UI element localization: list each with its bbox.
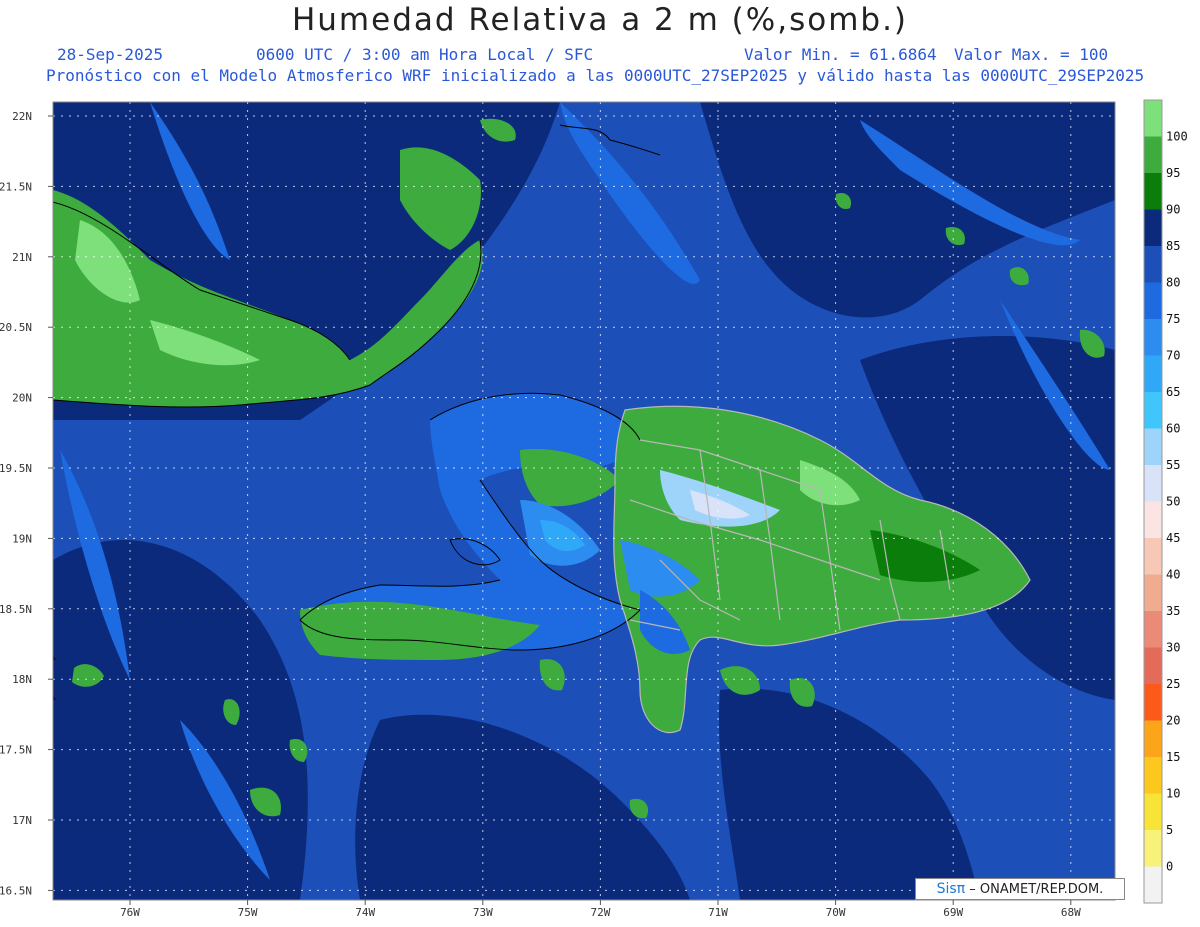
colorbar-swatch [1144, 136, 1162, 174]
colorbar-swatch [1144, 319, 1162, 356]
lat-tick-label: 19N [12, 532, 32, 545]
lon-tick-label: 73W [473, 906, 493, 919]
credit-box: Sisπ – ONAMET/REP.DOM. [915, 878, 1125, 900]
colorbar-label: 55 [1166, 458, 1180, 472]
sispi-logo-icon: Sisπ [936, 881, 966, 897]
colorbar-label: 70 [1166, 349, 1180, 363]
colorbar-swatch [1144, 684, 1162, 721]
colorbar-swatch [1144, 282, 1162, 320]
lat-tick-label: 19.5N [0, 462, 32, 475]
lon-tick-label: 75W [238, 906, 258, 919]
colorbar-label: 25 [1166, 677, 1180, 691]
lat-tick-label: 20.5N [0, 321, 32, 334]
colorbar-label: 100 [1166, 130, 1188, 144]
colorbar-label: 10 [1166, 787, 1180, 801]
colorbar-swatch [1144, 866, 1162, 904]
colorbar-swatch [1144, 647, 1162, 685]
lat-tick-label: 21.5N [0, 180, 32, 193]
colorbar-label: 90 [1166, 203, 1180, 217]
colorbar-swatch [1144, 465, 1162, 502]
colorbar-swatch [1144, 501, 1162, 539]
colorbar-label: 35 [1166, 604, 1180, 618]
colorbar-swatch [1144, 757, 1162, 794]
lat-tick-label: 17.5N [0, 744, 32, 757]
lon-tick-label: 70W [826, 906, 846, 919]
colorbar-swatch [1144, 793, 1162, 831]
colorbar-swatch [1144, 209, 1162, 247]
map-field [53, 102, 1115, 900]
lat-tick-label: 22N [12, 110, 32, 123]
colorbar: 1009590858075706560555045403530252015105… [1143, 99, 1188, 904]
colorbar-swatch [1144, 355, 1162, 393]
colorbar-label: 95 [1166, 166, 1180, 180]
lon-tick-label: 69W [943, 906, 963, 919]
colorbar-swatch [1144, 830, 1162, 867]
credit-text: – ONAMET/REP.DOM. [969, 882, 1104, 897]
lon-tick-label: 74W [355, 906, 375, 919]
colorbar-label: 75 [1166, 312, 1180, 326]
colorbar-swatch [1144, 246, 1162, 283]
lat-tick-label: 18N [12, 673, 32, 686]
colorbar-swatch [1144, 574, 1162, 612]
colorbar-label: 80 [1166, 276, 1180, 290]
colorbar-label: 30 [1166, 641, 1180, 655]
lon-tick-label: 68W [1061, 906, 1081, 919]
longitude-labels: 76W 75W 74W 73W 72W 71W 70W 69W 68W [120, 900, 1081, 919]
colorbar-label: 20 [1166, 714, 1180, 728]
lat-tick-label: 16.5N [0, 884, 32, 897]
colorbar-label: 60 [1166, 422, 1180, 436]
humidity-map: 22N 21.5N 21N 20.5N 20N 19.5N 19N 18.5N 18N 17.5N… [0, 99, 1188, 919]
lon-tick-label: 72W [590, 906, 610, 919]
lat-tick-label: 17N [12, 814, 32, 827]
colorbar-label: 65 [1166, 385, 1180, 399]
colorbar-swatch [1144, 428, 1162, 466]
colorbar-swatch [1144, 173, 1162, 210]
lat-tick-label: 18.5N [0, 603, 32, 616]
colorbar-label: 5 [1166, 823, 1173, 837]
colorbar-label: 40 [1166, 568, 1180, 582]
colorbar-swatch [1144, 392, 1162, 429]
colorbar-swatch [1144, 611, 1162, 648]
colorbar-label: 85 [1166, 239, 1180, 253]
colorbar-swatch [1144, 538, 1162, 575]
colorbar-swatch [1144, 720, 1162, 758]
colorbar-label: 45 [1166, 531, 1180, 545]
colorbar-label: 50 [1166, 495, 1180, 509]
colorbar-label: 0 [1166, 860, 1173, 874]
lat-tick-label: 21N [12, 251, 32, 264]
lon-tick-label: 71W [708, 906, 728, 919]
colorbar-label: 15 [1166, 750, 1180, 764]
colorbar-swatch [1144, 100, 1162, 137]
latitude-labels: 22N 21.5N 21N 20.5N 20N 19.5N 19N 18.5N 18N 17.5N… [0, 110, 53, 897]
lat-tick-label: 20N [12, 392, 32, 405]
lon-tick-label: 76W [120, 906, 140, 919]
